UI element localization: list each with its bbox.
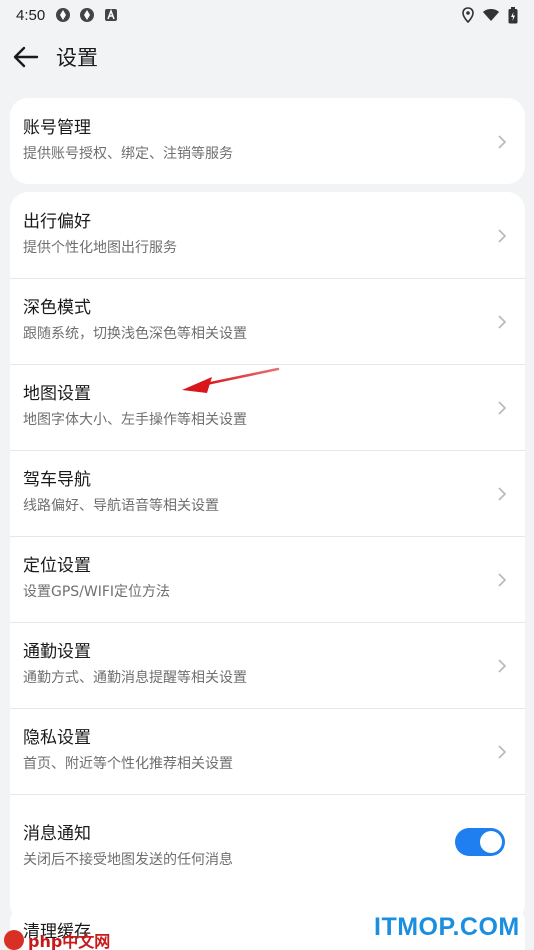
app-icon [56,8,71,22]
settings-item-map-settings[interactable]: 地图设置 地图字体大小、左手操作等相关设置 [10,364,525,450]
notification-toggle[interactable] [455,828,505,856]
font-icon [105,8,118,21]
chevron-right-icon [498,487,507,501]
settings-card: 出行偏好 提供个性化地图出行服务 深色模式 跟随系统，切换浅色深色等相关设置 地… [10,192,525,922]
watermark-logo [4,930,24,950]
chevron-right-icon [498,401,507,415]
settings-item-dark-mode[interactable]: 深色模式 跟随系统，切换浅色深色等相关设置 [10,278,525,364]
battery-icon [508,6,518,23]
row-subtitle: 地图字体大小、左手操作等相关设置 [23,412,247,428]
row-title: 出行偏好 [23,212,91,232]
row-subtitle: 跟随系统，切换浅色深色等相关设置 [23,326,247,342]
watermark-left: php中文网 [4,928,110,950]
chevron-right-icon [498,229,507,243]
watermark-right: ITMOP.COM [374,913,520,941]
status-time: 4:50 [16,6,46,24]
toggle-knob [480,831,502,853]
account-card: 账号管理 提供账号授权、绑定、注销等服务 [10,98,525,184]
row-title: 隐私设置 [23,728,91,748]
settings-item-travel-preference[interactable]: 出行偏好 提供个性化地图出行服务 [10,192,525,278]
row-subtitle: 通勤方式、通勤消息提醒等相关设置 [23,670,247,686]
row-title: 驾车导航 [23,470,91,490]
settings-item-notifications: 消息通知 关闭后不接受地图发送的任何消息 [10,794,525,920]
chevron-right-icon [498,315,507,329]
row-subtitle: 提供账号授权、绑定、注销等服务 [23,146,233,162]
app-bar: 设置 [0,30,534,84]
row-subtitle: 设置GPS/WIFI定位方法 [23,584,171,600]
row-subtitle: 线路偏好、导航语音等相关设置 [23,498,219,514]
watermark-left-text: php中文网 [28,932,111,950]
settings-item-driving-navigation[interactable]: 驾车导航 线路偏好、导航语音等相关设置 [10,450,525,536]
row-title: 定位设置 [23,556,91,576]
chevron-right-icon [498,745,507,759]
settings-item-location[interactable]: 定位设置 设置GPS/WIFI定位方法 [10,536,525,622]
account-management-item[interactable]: 账号管理 提供账号授权、绑定、注销等服务 [10,98,525,184]
wifi-icon [483,9,499,21]
app-icon [80,8,95,22]
row-title: 地图设置 [23,384,91,404]
row-title: 通勤设置 [23,642,91,662]
row-subtitle: 关闭后不接受地图发送的任何消息 [23,852,233,868]
back-arrow-icon[interactable] [12,43,40,71]
chevron-right-icon [498,573,507,587]
settings-item-commute[interactable]: 通勤设置 通勤方式、通勤消息提醒等相关设置 [10,622,525,708]
row-title: 消息通知 [23,824,91,844]
row-title: 账号管理 [23,118,91,138]
row-title: 深色模式 [23,298,91,318]
settings-item-privacy[interactable]: 隐私设置 首页、附近等个性化推荐相关设置 [10,708,525,794]
location-icon [462,7,474,23]
chevron-right-icon [498,135,507,149]
page-title: 设置 [56,46,98,70]
chevron-right-icon [498,659,507,673]
status-right [462,6,518,24]
status-bar: 4:50 [0,0,534,30]
row-subtitle: 首页、附近等个性化推荐相关设置 [23,756,233,772]
row-subtitle: 提供个性化地图出行服务 [23,240,177,256]
